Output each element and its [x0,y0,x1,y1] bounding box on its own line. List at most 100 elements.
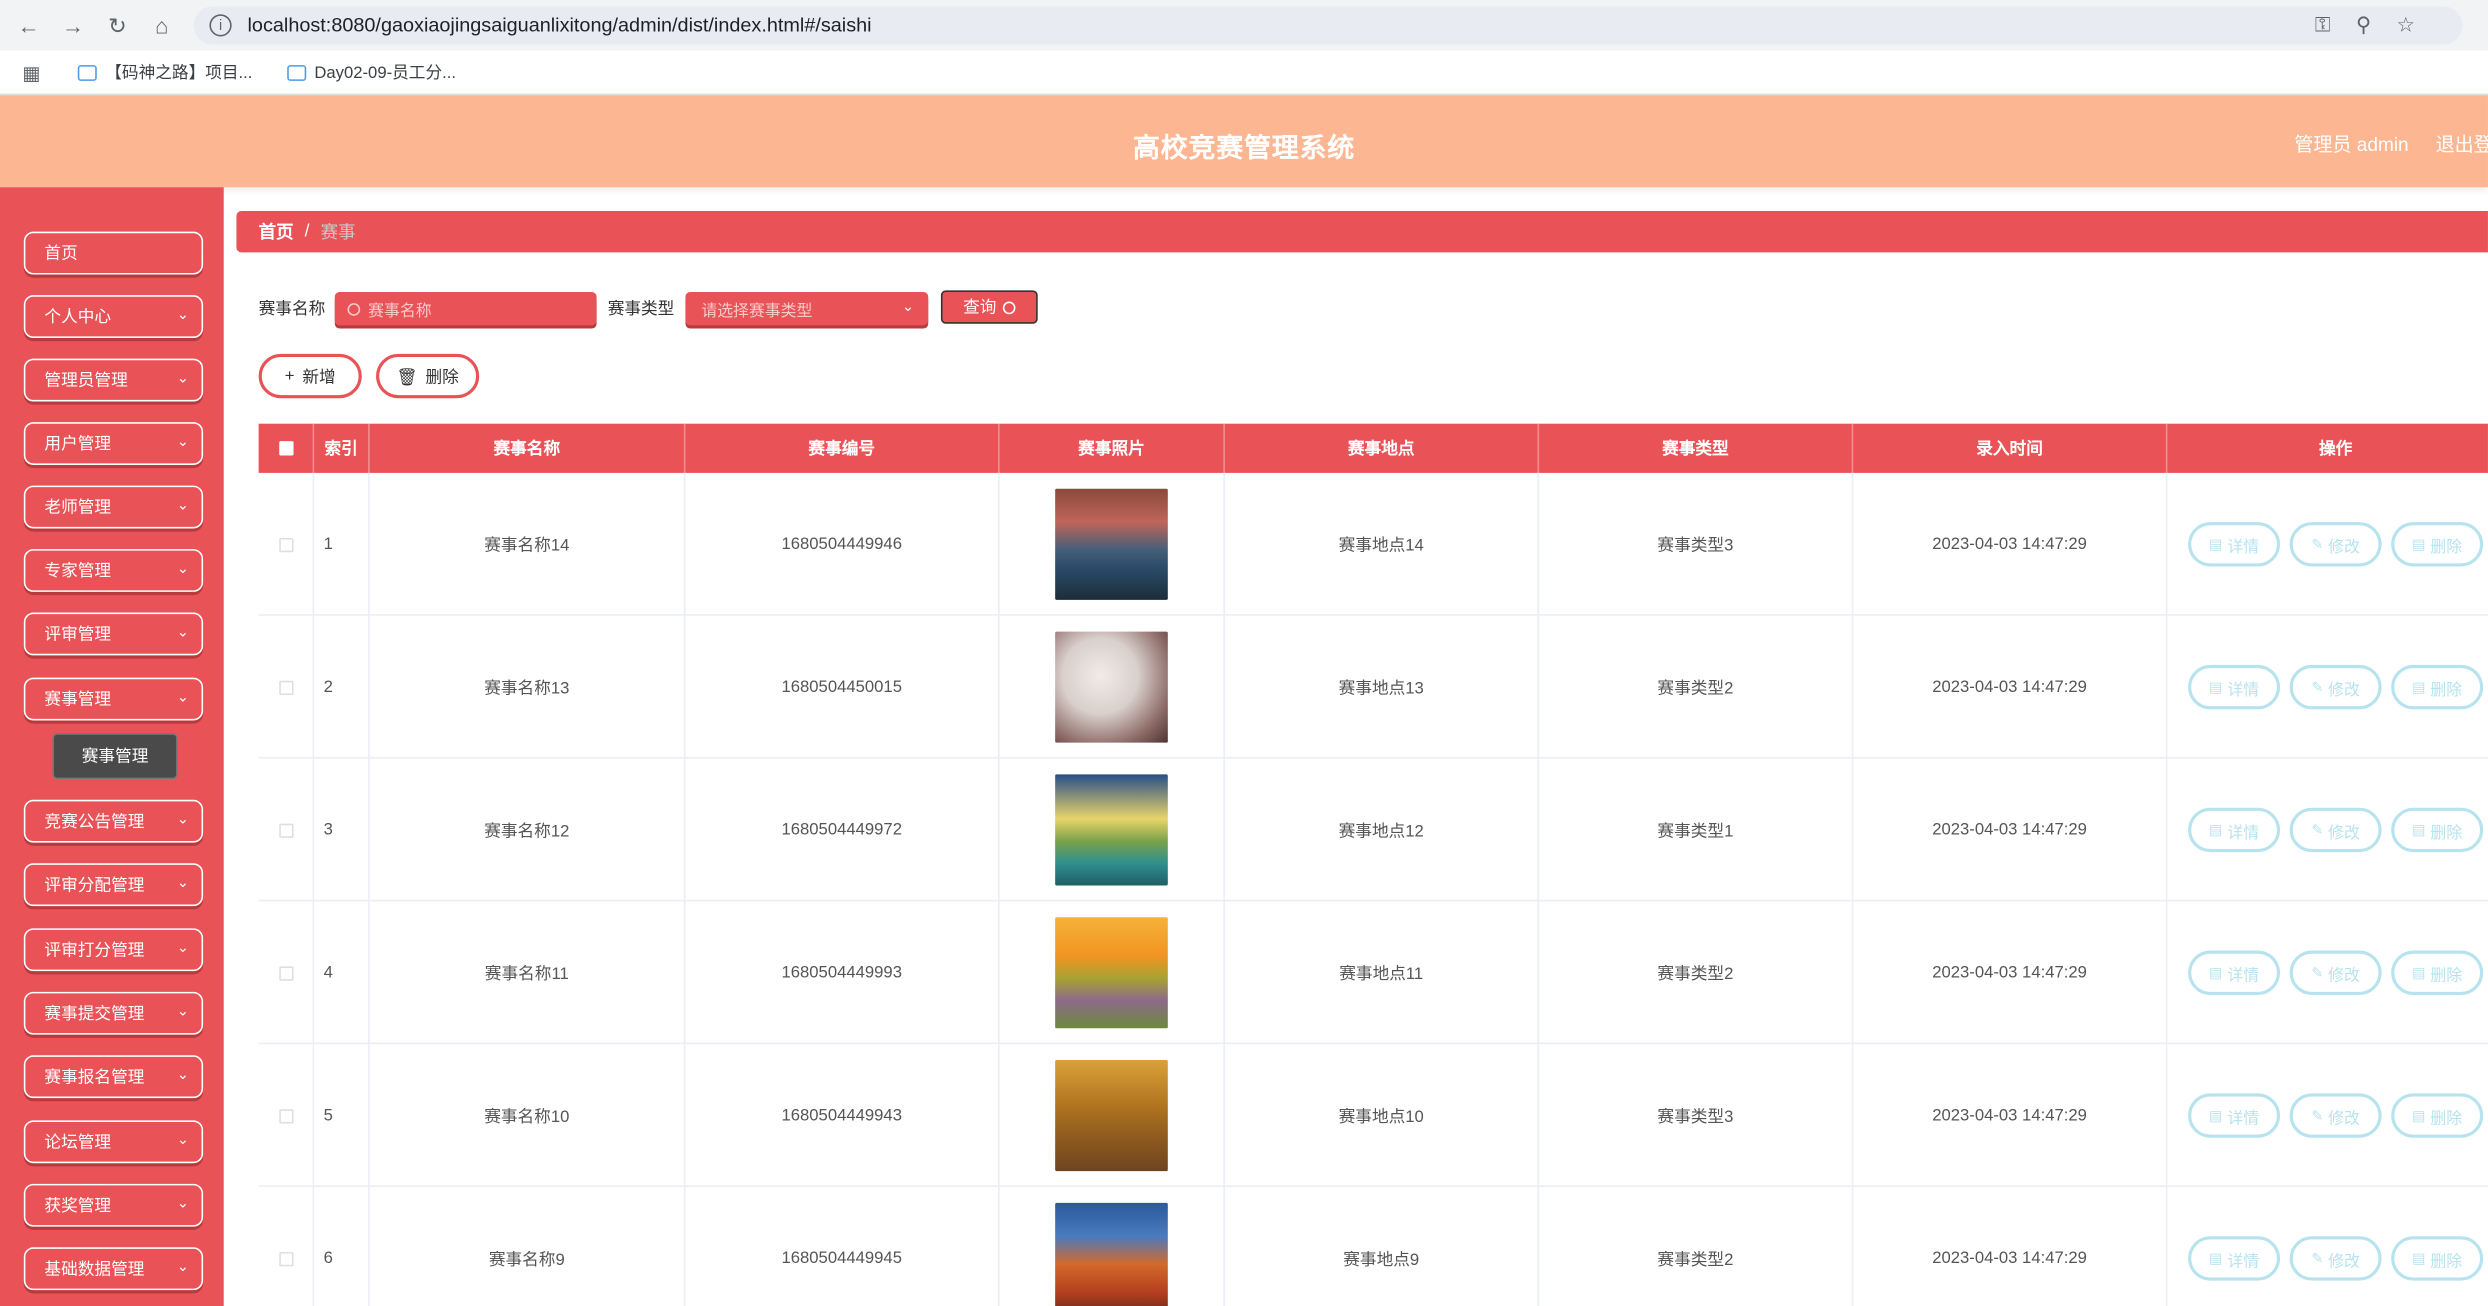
breadcrumb-separator: / [304,222,310,242]
cell-time: 2023-04-03 14:47:29 [1853,615,2168,759]
competition-photo[interactable] [1055,1202,1168,1306]
cell-actions: ▤ 详情 ✎ 修改 ▤ 删除 [2167,473,2488,616]
cell-photo [1000,472,1225,616]
detail-button[interactable]: ▤ 详情 [2188,664,2281,710]
sidebar-item-teachers[interactable]: 老师管理 ⌄ [23,485,204,529]
row-checkbox[interactable] [278,965,293,980]
type-select-placeholder: 请选择赛事类型 [701,303,813,321]
sidebar-item-base-data[interactable]: 基础数据管理 ⌄ [23,1247,204,1291]
sidebar-item-reviews[interactable]: 评审管理 ⌄ [23,612,204,656]
detail-label: 详情 [2227,824,2260,842]
sidebar-item-review-score[interactable]: 评审打分管理 ⌄ [23,928,204,972]
sidebar-item-review-assign[interactable]: 评审分配管理 ⌄ [23,863,204,907]
table-header: 索引 赛事名称 赛事编号 赛事照片 赛事地点 赛事类型 录入时间 操作 [258,423,2488,473]
cell-place: 赛事地点9 [1225,1187,1540,1306]
cell-name: 赛事名称13 [370,615,686,759]
header-photo: 赛事照片 [1000,423,1225,473]
bookmark-item[interactable]: Day02-09-员工分... [287,60,456,84]
sidebar-item-label: 老师管理 [44,498,112,518]
reload-icon[interactable]: ↻ [95,3,139,47]
delete-button[interactable]: ▤ 删除 [2391,664,2484,710]
delete-button[interactable]: ▤ 删除 [2391,1093,2484,1138]
edit-button[interactable]: ✎ 修改 [2289,1093,2382,1138]
row-checkbox-cell[interactable] [259,758,315,902]
type-select[interactable]: 请选择赛事类型 ⌄ [685,291,929,326]
row-checkbox[interactable] [278,537,293,552]
detail-button[interactable]: ▤ 详情 [2188,522,2281,567]
bookmark-star-icon[interactable]: ☆ [2396,13,2414,38]
zoom-icon[interactable]: ⚲ [2356,13,2371,38]
edit-button[interactable]: ✎ 修改 [2289,950,2382,995]
row-checkbox-cell[interactable] [259,901,315,1045]
submenu-item-competition-manage[interactable]: 赛事管理 [52,733,178,780]
detail-button[interactable]: ▤ 详情 [2188,1093,2281,1138]
site-info-icon[interactable]: i [209,14,232,37]
edit-button[interactable]: ✎ 修改 [2289,1236,2382,1281]
delete-label: 删除 [2430,538,2463,557]
name-search-input[interactable]: 赛事名称 [334,291,597,326]
sidebar-item-profile[interactable]: 个人中心 ⌄ [23,295,204,339]
trash-icon: ▤ [2412,535,2426,552]
edit-button[interactable]: ✎ 修改 [2289,522,2382,567]
row-checkbox[interactable] [278,679,293,695]
sidebar-item-announcements[interactable]: 竞赛公告管理 ⌄ [23,799,204,843]
bilibili-icon [78,64,98,81]
edit-icon: ✎ [2311,1106,2324,1123]
detail-label: 详情 [2227,538,2260,557]
delete-button[interactable]: ▤ 删除 [2391,807,2484,853]
sidebar-item-awards[interactable]: 获奖管理 ⌄ [23,1183,204,1227]
bookmark-item[interactable]: 【码神之路】项目... [78,60,252,84]
delete-button[interactable]: ▤ 删除 [2391,950,2484,995]
sidebar-item-registrations[interactable]: 赛事报名管理 ⌄ [23,1055,204,1099]
sidebar-item-home[interactable]: 首页 [23,231,204,275]
forward-icon[interactable]: → [51,3,95,47]
sidebar-item-submissions[interactable]: 赛事提交管理 ⌄ [23,991,204,1035]
logout-button[interactable]: 退出登 [2436,130,2488,157]
batch-delete-button[interactable]: 🗑 删除 [376,353,480,399]
competition-photo[interactable] [1055,917,1168,1029]
apps-grid-icon[interactable]: ▦ [22,61,40,83]
select-all-checkbox-cell[interactable] [259,423,315,473]
edit-label: 修改 [2328,1252,2360,1271]
sidebar-item-users[interactable]: 用户管理 ⌄ [23,422,204,465]
edit-button[interactable]: ✎ 修改 [2289,807,2382,853]
sidebar-item-experts[interactable]: 专家管理 ⌄ [23,549,204,592]
competition-photo[interactable] [1055,488,1168,600]
detail-label: 详情 [2227,1110,2260,1128]
row-checkbox[interactable] [278,822,293,838]
detail-button[interactable]: ▤ 详情 [2188,1236,2281,1281]
query-button[interactable]: 查询 [940,290,1038,324]
breadcrumb-home[interactable]: 首页 [259,219,294,244]
competition-photo[interactable] [1055,774,1168,886]
header-place: 赛事地点 [1225,423,1540,473]
sidebar-item-admins[interactable]: 管理员管理 ⌄ [23,358,204,402]
delete-button[interactable]: ▤ 删除 [2391,1236,2484,1281]
sidebar-item-forum[interactable]: 论坛管理 ⌄ [23,1120,204,1164]
select-all-checkbox[interactable] [278,441,293,456]
row-checkbox-cell[interactable] [259,615,315,759]
cell-code: 1680504449945 [685,1187,1000,1306]
detail-button[interactable]: ▤ 详情 [2188,807,2281,853]
delete-button[interactable]: ▤ 删除 [2391,522,2484,567]
password-key-icon[interactable]: ⚿ [2315,13,2331,38]
competition-photo[interactable] [1055,1060,1168,1172]
home-icon[interactable]: ⌂ [140,3,184,47]
add-button[interactable]: + 新增 [258,353,362,399]
row-checkbox[interactable] [278,1108,293,1123]
address-bar[interactable]: i localhost:8080/gaoxiaojingsaiguanlixit… [193,6,2463,45]
row-checkbox[interactable] [278,1251,293,1266]
url-text: localhost:8080/gaoxiaojingsaiguanlixiton… [247,14,872,37]
row-checkbox-cell[interactable] [259,1187,315,1306]
sidebar-item-competitions[interactable]: 赛事管理 ⌄ [23,677,204,721]
row-checkbox-cell[interactable] [259,1044,315,1188]
search-icon [347,302,361,315]
header-type: 赛事类型 [1539,423,1854,473]
competition-photo[interactable] [1055,631,1168,743]
back-icon[interactable]: ← [6,3,50,47]
row-checkbox-cell[interactable] [259,472,315,616]
header-time: 录入时间 [1853,423,2168,473]
detail-button[interactable]: ▤ 详情 [2188,950,2281,995]
bookmarks-bar: ▦ 【码神之路】项目... Day02-09-员工分... [0,50,2488,96]
cell-code: 1680504449972 [685,758,1000,902]
edit-button[interactable]: ✎ 修改 [2289,664,2382,710]
